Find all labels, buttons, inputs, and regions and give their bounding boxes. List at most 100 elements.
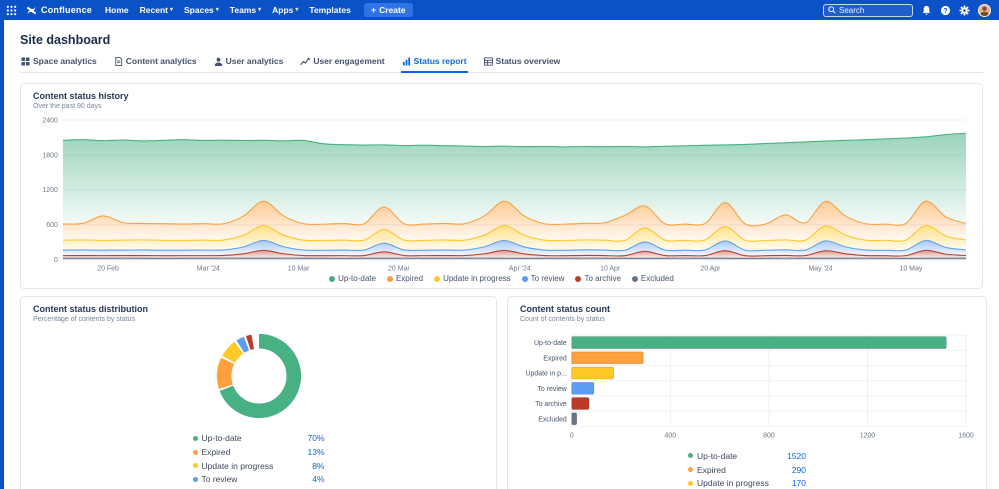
confluence-logo-icon [26,5,37,16]
nav-item-home[interactable]: Home [105,5,129,15]
confluence-logo[interactable]: Confluence [26,5,92,16]
tab-status-overview[interactable]: Status overview [483,54,562,73]
svg-text:10 Mar: 10 Mar [288,265,310,272]
history-chart-legend: Up-to-date Expired Update in progress To re… [33,274,970,283]
app-switcher-button[interactable] [6,5,17,16]
count-legend-row-expired[interactable]: Expired290 [688,463,806,477]
svg-text:10 May: 10 May [899,265,922,272]
tab-label: Content analytics [126,56,197,66]
svg-text:1800: 1800 [42,152,58,159]
legend-value[interactable]: 70% [307,433,324,443]
tab-label: Space analytics [33,56,97,66]
content-status-count-card: Content status count Count of contents b… [507,296,987,489]
svg-text:1600: 1600 [958,433,974,440]
search-icon [828,6,836,14]
tab-label: Status overview [496,56,561,66]
avatar-silhouette-icon [979,5,990,16]
legend-dot [387,276,393,282]
legend-dot [575,276,581,282]
svg-text:Update in p...: Update in p... [525,371,566,378]
svg-text:To review: To review [537,386,567,393]
legend-item-excluded[interactable]: Excluded [632,274,674,283]
legend-dot [632,276,638,282]
primary-nav: Home Recent▾ Spaces▾ Teams▾ Apps▾ Templates [105,5,351,15]
legend-item-to-archive[interactable]: To archive [575,274,620,283]
person-icon [214,57,223,66]
distribution-legend-row-to-review[interactable]: To review4% [193,473,325,487]
distribution-card-title: Content status distribution [33,304,484,314]
content-status-distribution-card: Content status distribution Percentage o… [20,296,497,489]
legend-dot [688,467,693,472]
legend-item-expired[interactable]: Expired [387,274,423,283]
nav-item-recent[interactable]: Recent▾ [140,5,173,15]
grid-icon [21,57,30,66]
count-legend: Up-to-date1520Expired290Update in progre… [688,449,806,489]
search-box[interactable] [823,4,913,17]
count-legend-row-up-to-date[interactable]: Up-to-date1520 [688,449,806,463]
legend-dot [329,276,335,282]
legend-dot [688,453,693,458]
nav-item-templates[interactable]: Templates [309,5,350,15]
legend-dot [522,276,528,282]
legend-item-update-in-progress[interactable]: Update in progress [434,274,511,283]
legend-value[interactable]: 8% [312,461,324,471]
tab-label: Status report [414,56,467,66]
distribution-legend-row-up-to-date[interactable]: Up-to-date70% [193,431,325,445]
legend-dot [193,450,198,455]
table-icon [484,57,493,66]
legend-value[interactable]: 13% [307,447,324,457]
help-button[interactable]: ? [940,5,951,16]
legend-dot [193,463,198,468]
legend-dot [193,477,198,482]
tab-status-report[interactable]: Status report [401,54,468,73]
svg-text:Up-to-date: Up-to-date [534,341,567,348]
svg-text:800: 800 [763,433,775,440]
dashboard-tabs: Space analytics Content analytics User ana… [20,54,983,73]
content-status-distribution-donut [212,329,306,423]
nav-item-apps[interactable]: Apps▾ [272,5,298,15]
count-legend-row-update-in-progress[interactable]: Update in progress170 [688,476,806,489]
tab-label: User engagement [313,56,384,66]
svg-text:600: 600 [46,222,58,229]
user-avatar[interactable] [978,4,991,17]
tab-space-analytics[interactable]: Space analytics [20,54,98,73]
document-icon [114,57,123,66]
svg-text:May '24: May '24 [808,265,832,272]
plus-icon: + [371,6,376,15]
legend-value[interactable]: 1520 [787,451,806,461]
legend-value[interactable]: 290 [792,465,806,475]
brand-name: Confluence [41,5,92,15]
tab-user-analytics[interactable]: User analytics [213,54,285,73]
legend-item-up-to-date[interactable]: Up-to-date [329,274,376,283]
legend-item-to-review[interactable]: To review [522,274,565,283]
nav-right-cluster: ? [823,4,991,17]
distribution-legend: Up-to-date70%Expired13%Update in progres… [193,431,325,489]
count-card-title: Content status count [520,304,974,314]
lower-cards-row: Content status distribution Percentage o… [20,296,983,489]
nav-item-spaces[interactable]: Spaces▾ [184,5,219,15]
legend-value[interactable]: 170 [792,478,806,488]
distribution-legend-row-update-in-progress[interactable]: Update in progress8% [193,459,325,473]
count-card-subtitle: Count of contents by status [520,316,974,323]
distribution-legend-row-expired[interactable]: Expired13% [193,445,325,459]
tab-user-engagement[interactable]: User engagement [299,54,385,73]
history-card-subtitle: Over the past 90 days [33,103,970,110]
legend-value[interactable]: 4% [312,474,324,484]
notifications-button[interactable] [921,5,932,16]
settings-button[interactable] [959,5,970,16]
create-button[interactable]: + Create [364,3,413,17]
svg-text:Expired: Expired [543,356,567,363]
tab-content-analytics[interactable]: Content analytics [113,54,198,73]
nav-item-teams[interactable]: Teams▾ [230,5,261,15]
legend-dot [193,436,198,441]
dashboard-main: Site dashboard Space analyticsContent an… [0,33,999,489]
help-icon: ? [940,5,951,16]
left-edge-strip [0,0,4,489]
chevron-down-icon: ▾ [216,7,219,13]
svg-text:1200: 1200 [860,433,876,440]
search-input[interactable] [839,6,908,15]
svg-text:2400: 2400 [42,117,58,124]
history-card-title: Content status history [33,91,970,101]
svg-text:To archive: To archive [535,401,567,408]
app-grid-icon [6,5,17,16]
